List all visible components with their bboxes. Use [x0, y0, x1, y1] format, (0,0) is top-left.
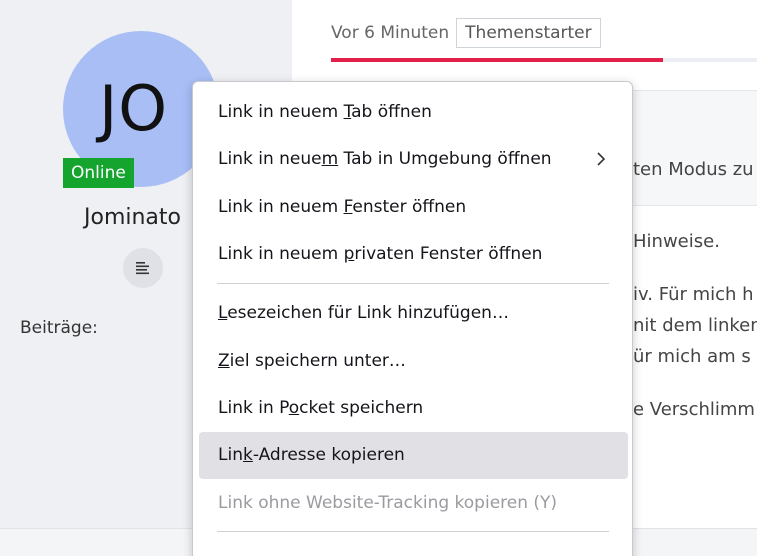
progress-fill — [331, 58, 664, 62]
post-time: Vor 6 Minuten — [331, 23, 450, 43]
post-meta: Vor 6 Minuten Themenstarter — [331, 18, 601, 48]
menu-item-open-new-tab[interactable]: Link in neuem Tab öffnen — [199, 89, 628, 136]
profile-menu-button[interactable] — [123, 248, 163, 288]
menu-item-open-tab-in-container[interactable]: Link in neuem Tab in Umgebung öffnen — [199, 136, 628, 183]
menu-item-open-new-window[interactable]: Link in neuem Fenster öffnen — [199, 184, 628, 231]
menu-separator — [217, 283, 609, 284]
username[interactable]: Jominato — [84, 205, 181, 230]
menu-item-copy-link[interactable]: Link-Adresse kopieren — [199, 432, 628, 479]
menu-item-save-to-pocket[interactable]: Link in Pocket speichern — [199, 385, 628, 432]
posts-label: Beiträge: — [20, 318, 98, 338]
notice-text: ten Modus zu — [633, 159, 754, 180]
post-text-line: nit dem linken — [633, 315, 757, 336]
menu-item-bookmark-link[interactable]: Lesezeichen für Link hinzufügen… — [199, 290, 628, 337]
list-lines-icon — [136, 262, 149, 275]
post-text-line: iv. Für mich h — [633, 284, 754, 305]
starter-badge: Themenstarter — [456, 18, 601, 48]
menu-item-save-link-as[interactable]: Ziel speichern unter… — [199, 338, 628, 385]
post-text-line: Hinweise. — [633, 231, 720, 252]
post-text-line: ür mich am s — [633, 346, 751, 367]
context-menu: Link in neuem Tab öffnen Link in neuem T… — [192, 81, 633, 556]
online-badge: Online — [63, 158, 134, 188]
menu-item-open-private-window[interactable]: Link in neuem privaten Fenster öffnen — [199, 231, 628, 278]
post-text-line: e Verschlimm — [633, 399, 755, 420]
menu-item-copy-clean-link: Link ohne Website-Tracking kopieren (Y) — [218, 493, 558, 513]
chevron-right-icon — [597, 152, 606, 166]
menu-separator — [217, 531, 609, 532]
